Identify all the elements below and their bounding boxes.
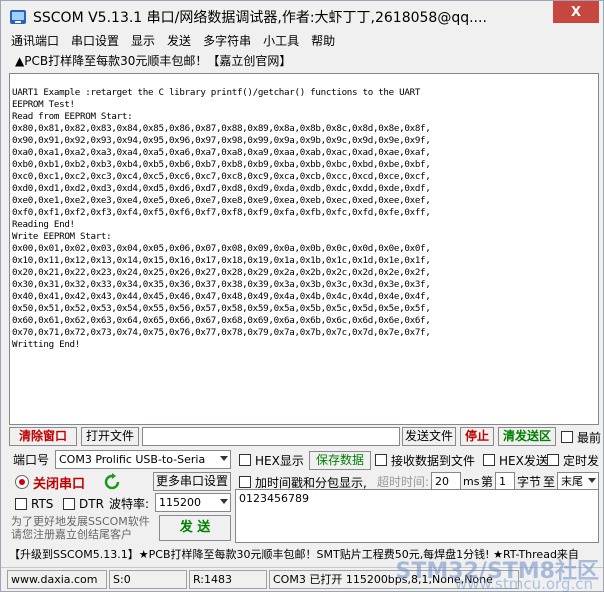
port-value: COM3 Prolific USB-to-Seria: [59, 453, 206, 466]
status-site[interactable]: www.daxia.com: [7, 570, 107, 589]
refresh-icon[interactable]: [103, 473, 121, 491]
rts-label: RTS: [31, 497, 54, 511]
clear-window-button[interactable]: 清除窗口: [9, 427, 77, 446]
menu-send[interactable]: 发送: [167, 32, 191, 50]
file-path-input[interactable]: [142, 427, 400, 446]
topmost-checkbox[interactable]: 最前: [561, 428, 601, 446]
checkbox-box: [561, 431, 573, 443]
receive-area[interactable]: UART1 Example :retarget the C library pr…: [9, 73, 599, 425]
receive-line: 0x90,0x91,0x92,0x93,0x94,0x95,0x96,0x97,…: [12, 135, 431, 146]
receive-text: UART1 Example :retarget the C library pr…: [10, 74, 598, 351]
close-port-label: 关闭串口: [33, 476, 86, 492]
close-port-control[interactable]: 关闭串口: [15, 473, 86, 492]
receive-line: 0x00,0x01,0x02,0x03,0x04,0x05,0x06,0x07,…: [12, 243, 431, 254]
timed-send-label: 定时发: [563, 453, 600, 468]
menu-display[interactable]: 显示: [131, 32, 155, 50]
recv-to-file-label: 接收数据到文件: [391, 453, 476, 468]
close-icon: X: [570, 4, 582, 20]
checkbox-box: [239, 476, 251, 488]
send-button[interactable]: 发 送: [159, 515, 231, 541]
menu-comm-port[interactable]: 通讯端口: [11, 32, 59, 50]
baud-value: 115200: [159, 496, 201, 509]
baud-select[interactable]: 115200: [155, 493, 231, 512]
rts-checkbox[interactable]: RTS: [15, 495, 53, 513]
receive-line: 0x40,0x41,0x42,0x43,0x44,0x45,0x46,0x47,…: [12, 291, 431, 302]
port-select[interactable]: COM3 Prolific USB-to-Seria: [55, 450, 231, 469]
open-file-button[interactable]: 打开文件: [81, 427, 139, 446]
port-status-indicator-icon: [15, 475, 29, 489]
chevron-down-icon: [220, 499, 228, 504]
receive-line: UART1 Example :retarget the C library pr…: [12, 87, 421, 98]
stop-button[interactable]: 停止: [460, 427, 494, 446]
receive-line: 0xf0,0xf1,0xf2,0xf3,0xf4,0xf5,0xf6,0xf7,…: [12, 207, 431, 218]
menu-bar: 通讯端口 串口设置 显示 发送 多字符串 小工具 帮助: [1, 32, 603, 50]
receive-line: Writting End!: [12, 339, 81, 350]
promo-text[interactable]: 为了更好地发展SSCOM软件 请您注册嘉立创结尾客户: [11, 515, 150, 541]
window-title: SSCOM V5.13.1 串口/网络数据调试器,作者:大虾丁丁,2618058…: [33, 9, 487, 26]
recv-to-file-checkbox[interactable]: 接收数据到文件: [375, 451, 475, 469]
checkbox-box: [547, 454, 559, 466]
hex-display-label: HEX显示: [255, 453, 304, 468]
checkbox-box: [15, 498, 27, 510]
send-file-button[interactable]: 发送文件: [402, 427, 456, 446]
send-input[interactable]: 0123456789: [235, 489, 599, 543]
status-sent-count: S:0: [109, 570, 187, 589]
receive-line: 0xe0,0xe1,0xe2,0xe3,0xe4,0xe5,0xe6,0xe7,…: [12, 195, 431, 206]
receive-line: Write EEPROM Start:: [12, 231, 112, 242]
clear-send-button[interactable]: 清发送区: [498, 427, 556, 446]
receive-line: 0x50,0x51,0x52,0x53,0x54,0x55,0x56,0x57,…: [12, 303, 431, 314]
timestamp-label: 加时间戳和分包显示,: [255, 475, 367, 490]
main-window: SSCOM V5.13.1 串口/网络数据调试器,作者:大虾丁丁,2618058…: [0, 0, 604, 592]
receive-line: 0x70,0x71,0x72,0x73,0x74,0x75,0x76,0x77,…: [12, 327, 431, 338]
hex-send-checkbox[interactable]: HEX发送: [483, 451, 548, 469]
port-label: 端口号: [13, 453, 50, 467]
hex-display-checkbox[interactable]: HEX显示: [239, 451, 304, 469]
promo-line: 请您注册嘉立创结尾客户: [11, 528, 132, 541]
title-bar[interactable]: SSCOM V5.13.1 串口/网络数据调试器,作者:大虾丁丁,2618058…: [1, 1, 603, 32]
receive-line: 0x60,0x61,0x62,0x63,0x64,0x65,0x66,0x67,…: [12, 315, 431, 326]
save-data-button[interactable]: 保存数据: [309, 451, 371, 470]
receive-line: 0xb0,0xb1,0xb2,0xb3,0xb4,0xb5,0xb6,0xb7,…: [12, 159, 431, 170]
more-settings-button[interactable]: 更多串口设置: [153, 472, 231, 491]
receive-line: 0xc0,0xc1,0xc2,0xc3,0xc4,0xc5,0xc6,0xc7,…: [12, 171, 431, 182]
checkbox-box: [63, 498, 75, 510]
receive-line: EEPROM Test!: [12, 99, 75, 110]
ad-banner[interactable]: ▲PCB打样降至每款30元顺丰包邮！【嘉立创官网】: [15, 52, 291, 70]
receive-line: 0x80,0x81,0x82,0x83,0x84,0x85,0x86,0x87,…: [12, 123, 431, 134]
menu-tools[interactable]: 小工具: [263, 32, 299, 50]
receive-line: 0x10,0x11,0x12,0x13,0x14,0x15,0x16,0x17,…: [12, 255, 431, 266]
status-recv-count: R:1483: [189, 570, 267, 589]
menu-help[interactable]: 帮助: [311, 32, 335, 50]
dtr-checkbox[interactable]: DTR: [63, 495, 104, 513]
close-button[interactable]: X: [553, 1, 599, 23]
chevron-down-icon: [220, 456, 228, 461]
menu-multi-string[interactable]: 多字符串: [203, 32, 251, 50]
baud-label: 波特率:: [109, 497, 150, 511]
dtr-label: DTR: [79, 497, 104, 511]
receive-line: 0x30,0x31,0x32,0x33,0x34,0x35,0x36,0x37,…: [12, 279, 431, 290]
receive-line: 0x20,0x21,0x22,0x23,0x24,0x25,0x26,0x27,…: [12, 267, 431, 278]
promo-line: 为了更好地发展SSCOM软件: [11, 515, 150, 528]
topmost-label: 最前: [577, 430, 602, 445]
receive-line: 0xd0,0xd1,0xd2,0xd3,0xd4,0xd5,0xd6,0xd7,…: [12, 183, 431, 194]
checkbox-box: [239, 454, 251, 466]
app-icon: [10, 9, 26, 24]
hex-send-label: HEX发送: [499, 453, 548, 468]
checkbox-box: [375, 454, 387, 466]
menu-serial-settings[interactable]: 串口设置: [71, 32, 119, 50]
receive-line: Read from EEPROM Start:: [12, 111, 133, 122]
checkbox-box: [483, 454, 495, 466]
timed-send-checkbox[interactable]: 定时发: [547, 451, 599, 469]
end-value: 末尾: [561, 475, 583, 488]
receive-line: Reading End!: [12, 219, 75, 230]
receive-line: 0xa0,0xa1,0xa2,0xa3,0xa4,0xa5,0xa6,0xa7,…: [12, 147, 431, 158]
chevron-down-icon: [588, 478, 596, 483]
watermark-url: www.stmcu.org.cn: [454, 575, 593, 592]
